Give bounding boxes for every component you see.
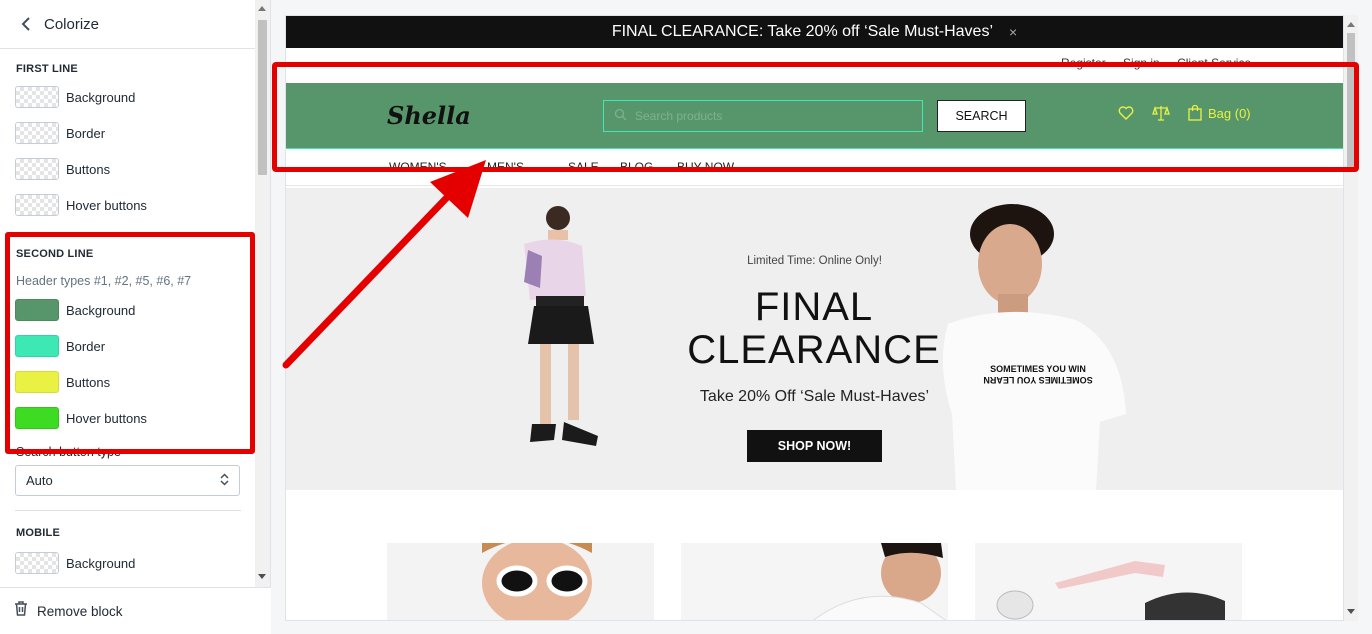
man-tile-image xyxy=(681,543,948,620)
sidebar-title: Colorize xyxy=(44,15,100,33)
search-button[interactable]: SEARCH xyxy=(937,100,1026,132)
first-line-buttons-row[interactable]: Buttons xyxy=(0,151,256,187)
color-swatch[interactable] xyxy=(15,299,59,321)
sidebar-header: Colorize xyxy=(0,0,270,49)
first-line-heading: FIRST LINE xyxy=(16,63,78,75)
scroll-up-arrow-icon[interactable] xyxy=(1347,22,1355,27)
color-swatch[interactable] xyxy=(15,122,59,144)
swatch-label: Background xyxy=(66,302,136,318)
remove-block-button[interactable]: Remove block xyxy=(37,604,123,619)
nav-blog[interactable]: BLOG xyxy=(620,160,653,174)
store-logo[interactable]: Shella xyxy=(387,101,471,130)
sidebar-scrollbar[interactable] xyxy=(255,0,270,587)
swatch-label: Border xyxy=(66,125,106,141)
tshirt-print-text: SOMETIMES YOU WIN xyxy=(990,364,1086,374)
search-icon xyxy=(614,108,627,124)
nav-womens[interactable]: WOMEN'S xyxy=(389,160,447,174)
select-arrows-icon xyxy=(220,472,229,489)
back-chevron-icon[interactable] xyxy=(16,14,36,34)
compare-scales-icon[interactable] xyxy=(1152,105,1170,121)
category-tile[interactable] xyxy=(681,543,948,620)
category-tiles xyxy=(387,543,1242,620)
promo-bar: FINAL CLEARANCE: Take 20% off ‘Sale Must… xyxy=(286,16,1343,48)
swatch-label: Border xyxy=(66,338,106,354)
sidebar-scroll-area: FIRST LINE Background Border Buttons Hov… xyxy=(0,49,256,587)
shop-now-button[interactable]: SHOP NOW! xyxy=(747,430,882,462)
settings-sidebar: Colorize FIRST LINE Background Border Bu… xyxy=(0,0,271,634)
header-icons: Bag (0) xyxy=(1118,105,1251,121)
swatch-label: Background xyxy=(66,555,136,571)
color-swatch[interactable] xyxy=(15,335,59,357)
scroll-up-arrow-icon[interactable] xyxy=(258,6,266,11)
mobile-heading: MOBILE xyxy=(16,527,60,539)
top-links: Register Sign in Client Service xyxy=(1061,56,1265,70)
hero-model-man-image: SOMETIMES YOU WIN SOMETIMES YOU LEARN xyxy=(942,204,1126,490)
accessories-tile-image xyxy=(975,543,1242,620)
hero-subtitle: Take 20% Off ‘Sale Must-Haves’ xyxy=(699,388,930,405)
promo-text: FINAL CLEARANCE: Take 20% off ‘Sale Must… xyxy=(611,23,993,40)
swatch-label: Hover buttons xyxy=(66,197,147,213)
second-line-buttons-row[interactable]: Buttons xyxy=(0,364,256,400)
second-line-hover-buttons-row[interactable]: Hover buttons xyxy=(0,400,256,436)
close-icon[interactable]: × xyxy=(1009,24,1017,40)
category-tile[interactable] xyxy=(975,543,1242,620)
first-line-hover-buttons-row[interactable]: Hover buttons xyxy=(0,187,256,223)
first-line-background-row[interactable]: Background xyxy=(0,79,256,115)
scroll-down-arrow-icon[interactable] xyxy=(258,574,266,579)
register-link[interactable]: Register xyxy=(1061,56,1106,70)
main-nav: WOMEN'S MEN'S SALE BLOG BUY NOW xyxy=(286,150,1343,186)
hero-model-woman-image xyxy=(524,206,598,446)
scrollbar-thumb[interactable] xyxy=(258,20,267,175)
hero-title: FINAL CLEARANCE xyxy=(687,285,941,372)
color-swatch[interactable] xyxy=(15,407,59,429)
first-line-border-row[interactable]: Border xyxy=(0,115,256,151)
second-line-background-row[interactable]: Background xyxy=(0,292,256,328)
nav-buy-now[interactable]: BUY NOW xyxy=(677,160,734,174)
preview-scrollbar[interactable] xyxy=(1344,15,1358,621)
search-placeholder: Search products xyxy=(635,109,723,123)
scrollbar-thumb[interactable] xyxy=(1347,33,1355,171)
select-value: Auto xyxy=(26,473,53,488)
second-line-border-row[interactable]: Border xyxy=(0,328,256,364)
scroll-down-arrow-icon[interactable] xyxy=(1347,609,1355,614)
store-preview: FINAL CLEARANCE: Take 20% off ‘Sale Must… xyxy=(285,15,1344,621)
client-service-link[interactable]: Client Service xyxy=(1177,56,1251,70)
hero-small-text: Limited Time: Online Only! xyxy=(747,255,882,267)
sign-in-link[interactable]: Sign in xyxy=(1123,56,1160,70)
nav-mens[interactable]: MEN'S xyxy=(487,160,524,174)
swatch-label: Buttons xyxy=(66,161,111,177)
nav-sale[interactable]: SALE xyxy=(568,160,599,174)
bag-icon[interactable] xyxy=(1188,105,1202,121)
sunglasses-woman-image xyxy=(387,543,654,620)
swatch-label: Hover buttons xyxy=(66,410,147,426)
hero-banner: Limited Time: Online Only! FINAL CLEARAN… xyxy=(286,188,1343,490)
second-line-helper-text: Header types #1, #2, #5, #6, #7 xyxy=(16,274,192,288)
swatch-label: Buttons xyxy=(66,374,111,390)
search-button-type-label: Search button type xyxy=(16,445,121,459)
bag-label[interactable]: Bag (0) xyxy=(1208,106,1251,121)
heart-icon[interactable] xyxy=(1118,106,1134,120)
second-line-heading: SECOND LINE xyxy=(16,248,94,260)
trash-icon[interactable] xyxy=(14,601,28,621)
search-input[interactable]: Search products xyxy=(603,100,923,132)
second-line-header: Shella Search products SEARCH Bag (0) xyxy=(286,83,1343,149)
sidebar-footer: Remove block xyxy=(0,587,271,634)
mobile-background-row[interactable]: Background xyxy=(0,545,256,581)
color-swatch[interactable] xyxy=(15,371,59,393)
svg-text:SOMETIMES YOU LEARN: SOMETIMES YOU LEARN xyxy=(983,375,1092,385)
swatch-label: Background xyxy=(66,89,136,105)
category-tile[interactable] xyxy=(387,543,654,620)
color-swatch[interactable] xyxy=(15,194,59,216)
color-swatch[interactable] xyxy=(15,552,59,574)
color-swatch[interactable] xyxy=(15,86,59,108)
color-swatch[interactable] xyxy=(15,158,59,180)
search-button-type-select[interactable]: Auto xyxy=(15,465,240,496)
